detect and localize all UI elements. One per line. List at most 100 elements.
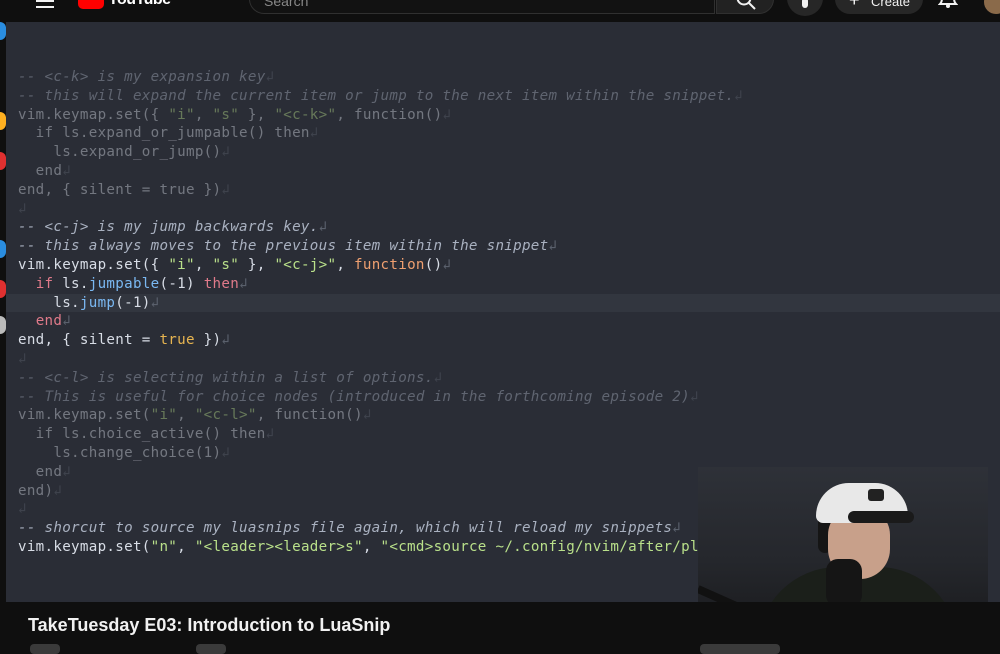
search-icon	[736, 0, 756, 10]
code-line: -- <c-k> is my expansion key↲	[18, 68, 1000, 87]
code-line: -- this always moves to the previous ite…	[18, 237, 1000, 256]
code-token: if	[35, 275, 54, 292]
mic-boom-arm	[698, 585, 773, 602]
code-line: ls.expand_or_jump()↲	[18, 143, 1000, 162]
create-button[interactable]: + Create	[835, 0, 923, 14]
code-token: vim.keymap.set(	[18, 407, 151, 424]
code-token: then	[203, 275, 240, 292]
code-token: ls.	[53, 275, 89, 292]
code-token: "i"	[168, 106, 195, 123]
video-player-editor-frame[interactable]: -- <c-k> is my expansion key↲ -- this wil…	[6, 22, 1000, 602]
code-token: ls.change_choice(1)	[18, 444, 222, 461]
eol-marker: ↲	[672, 520, 682, 537]
code-line: end, { silent = true })↲	[18, 181, 1000, 200]
code-token: -- This is useful for choice nodes (intr…	[18, 388, 690, 405]
microphone-icon	[826, 559, 862, 602]
eol-marker: ↲	[62, 313, 72, 330]
microphone-icon	[802, 0, 808, 8]
eol-marker: ↲	[62, 162, 72, 179]
code-token: ()	[424, 256, 443, 273]
code-token: "<leader><leader>s"	[194, 538, 363, 555]
code-token: ,	[194, 256, 213, 273]
code-token: "s"	[212, 106, 240, 123]
code-token: vim.keymap.set({	[18, 106, 169, 123]
code-token: vim.keymap.set(	[18, 538, 151, 555]
youtube-logo-text: YouTube	[108, 0, 171, 9]
code-token: "s"	[212, 256, 240, 273]
code-token: "i"	[168, 256, 195, 273]
code-token: if ls.choice_active() then	[18, 426, 266, 443]
youtube-header: YouTube Search + Create	[0, 0, 1000, 22]
code-token: jump	[79, 294, 116, 311]
code-token: })	[194, 332, 222, 349]
eol-marker: ↲	[62, 463, 72, 480]
code-token: end	[35, 313, 63, 330]
code-token: (-1)	[159, 275, 204, 292]
code-line-current: ls.jump(-1)↲	[6, 293, 1000, 313]
eol-marker: ↲	[221, 144, 231, 161]
code-token: jumpable	[88, 275, 160, 292]
code-token: "i"	[150, 407, 178, 424]
code-token: vim.keymap.set({	[18, 256, 169, 273]
code-line: ↲	[18, 350, 1000, 369]
code-token: end, { silent = true })	[18, 181, 222, 198]
youtube-logo[interactable]: YouTube	[78, 0, 171, 10]
code-token: ,	[194, 106, 213, 123]
code-token: -- <c-l> is selecting within a list of o…	[18, 369, 434, 386]
code-token: (-1)	[115, 294, 151, 311]
code-line: vim.keymap.set({ "i", "s" }, "<c-j>", fu…	[18, 256, 1000, 275]
code-token: -- <c-j> is my jump backwards key.	[18, 219, 319, 236]
code-line: -- <c-j> is my jump backwards key.↲	[18, 218, 1000, 237]
code-line: end↲	[18, 162, 1000, 181]
code-line: if ls.choice_active() then↲	[18, 425, 1000, 444]
eol-marker: ↲	[221, 332, 231, 349]
action-button[interactable]	[196, 644, 226, 654]
youtube-play-icon	[78, 0, 104, 9]
code-token: true	[159, 332, 195, 349]
code-line: -- This is useful for choice nodes (intr…	[18, 388, 1000, 407]
code-token: ,	[177, 538, 195, 555]
action-button[interactable]	[700, 644, 780, 654]
hamburger-menu-icon[interactable]	[36, 0, 54, 8]
webcam-overlay	[698, 467, 988, 602]
code-token: , function()	[256, 407, 363, 424]
search-button[interactable]	[716, 0, 774, 14]
search-input[interactable]: Search	[249, 0, 715, 14]
video-info-bar: TakeTuesday E03: Introduction to LuaSnip	[0, 602, 1000, 654]
voice-search-button[interactable]	[787, 0, 823, 16]
code-token: -- shorcut to source my luasnips file ag…	[18, 520, 673, 537]
video-title: TakeTuesday E03: Introduction to LuaSnip	[28, 615, 391, 635]
eol-marker: ↲	[433, 369, 443, 386]
cap-logo-icon	[868, 489, 884, 501]
code-token: ,	[336, 256, 355, 273]
eol-marker: ↲	[18, 501, 27, 518]
eol-marker: ↲	[239, 275, 248, 292]
code-line: ls.change_choice(1)↲	[18, 444, 1000, 463]
account-avatar[interactable]	[984, 0, 1000, 14]
notifications-bell-icon[interactable]	[938, 0, 958, 8]
channel-avatar[interactable]	[30, 644, 60, 654]
eol-marker: ↲	[309, 125, 319, 142]
code-token: end	[18, 162, 63, 179]
code-token: ls.expand_or_jump()	[18, 144, 222, 161]
code-line: -- <c-l> is selecting within a list of o…	[18, 369, 1000, 388]
code-token: end)	[18, 482, 54, 499]
code-line: vim.keymap.set({ "i", "s" }, "<c-k>", fu…	[18, 106, 1000, 125]
code-line: if ls.jumpable(-1) then↲	[18, 275, 1000, 294]
eol-marker: ↲	[265, 69, 275, 85]
create-label: Create	[871, 0, 911, 9]
eol-marker: ↲	[442, 256, 452, 273]
code-token: },	[239, 106, 275, 123]
eol-marker: ↲	[548, 238, 558, 255]
code-token: if ls.expand_or_jumpable() then	[18, 125, 310, 142]
code-line: -- this will expand the current item or …	[18, 87, 1000, 106]
code-line: end, { silent = true })↲	[18, 331, 1000, 350]
eol-marker: ↲	[221, 181, 231, 198]
code-token: -- <c-k> is my expansion key	[18, 69, 266, 85]
code-token: "<c-l>"	[194, 407, 257, 424]
eol-marker: ↲	[18, 350, 27, 367]
eol-marker: ↲	[362, 407, 372, 424]
code-token: },	[239, 256, 275, 273]
